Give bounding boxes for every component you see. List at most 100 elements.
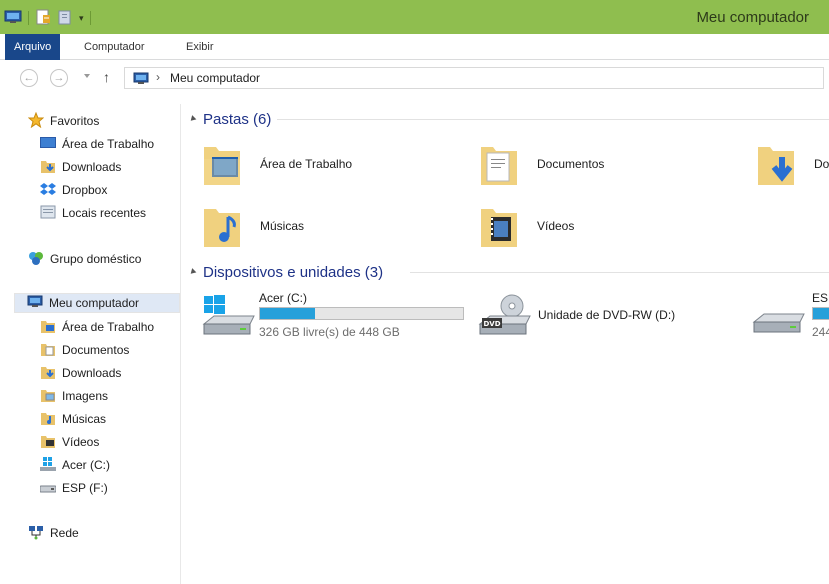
folder-label: Vídeos: [537, 219, 575, 233]
sidebar-item-dropbox[interactable]: Dropbox: [40, 180, 107, 200]
downloads-icon: [40, 364, 56, 383]
sidebar-item-label: Favoritos: [50, 114, 100, 128]
network-icon: [28, 524, 44, 543]
recent-places-icon: [40, 204, 56, 223]
sidebar-item-label: Vídeos: [62, 435, 100, 449]
breadcrumb[interactable]: Meu computador: [170, 71, 260, 85]
address-bar[interactable]: › Meu computador: [124, 67, 824, 89]
music-folder-icon: [202, 201, 242, 252]
windows-drive-icon: [200, 294, 256, 341]
desktop-folder-icon: [40, 318, 56, 337]
arrow-up-icon: ↑: [103, 69, 110, 85]
sidebar-item-label: Grupo doméstico: [50, 252, 142, 266]
music-icon: [40, 410, 56, 429]
group-title: Dispositivos e unidades (3): [203, 263, 384, 281]
sidebar-item-area-de-trabalho[interactable]: Área de Trabalho: [40, 134, 154, 154]
sidebar-item-label: Downloads: [62, 160, 122, 174]
chevron-right-icon[interactable]: ›: [156, 70, 160, 84]
downloads-folder-icon: [756, 139, 796, 190]
back-button[interactable]: ←: [20, 69, 38, 87]
sidebar-item-label: Acer (C:): [62, 458, 110, 472]
sidebar-item-area-de-trabalho-pc[interactable]: Área de Trabalho: [40, 317, 154, 337]
new-folder-icon[interactable]: [57, 9, 73, 28]
drive-usage-bar: [259, 307, 464, 320]
desktop-icon: [40, 136, 56, 153]
sidebar-item-label: Área de Trabalho: [62, 137, 155, 151]
recent-locations-dropdown[interactable]: [84, 74, 90, 78]
group-divider: [410, 262, 829, 282]
separator: [89, 11, 91, 25]
drive-free-space: 244: [812, 325, 829, 339]
collapse-triangle-icon[interactable]: [188, 268, 197, 276]
tab-arquivo[interactable]: Arquivo: [5, 34, 61, 60]
sidebar-item-label: Músicas: [62, 412, 107, 426]
group-header-dispositivos[interactable]: Dispositivos e unidades (3): [188, 262, 384, 282]
drive-esp-f[interactable]: ESP 244: [750, 288, 829, 344]
customize-toolbar-icon[interactable]: ▾: [79, 13, 84, 24]
tab-exibir[interactable]: Exibir: [177, 34, 223, 60]
folder-label: Documentos: [537, 157, 605, 171]
sidebar-item-label: Locais recentes: [62, 206, 147, 220]
sidebar-item-downloads[interactable]: Downloads: [40, 157, 121, 177]
sidebar-item-locais-recentes[interactable]: Locais recentes: [40, 203, 146, 223]
collapse-triangle-icon[interactable]: [188, 115, 197, 123]
computer-icon: [27, 295, 43, 312]
forward-button[interactable]: →: [50, 69, 68, 87]
drive-free-space: 326 GB livre(s) de 448 GB: [259, 325, 400, 339]
documents-folder-icon: [479, 139, 519, 190]
window-title: Meu computador: [696, 9, 809, 26]
folder-downloads[interactable]: Do: [756, 136, 829, 192]
sidebar-item-favoritos[interactable]: Favoritos: [27, 111, 100, 131]
folder-videos[interactable]: Vídeos: [479, 198, 574, 254]
computer-icon[interactable]: [4, 10, 22, 27]
up-button[interactable]: ↑: [103, 69, 110, 85]
sidebar-item-label: Downloads: [62, 366, 122, 380]
sidebar-item-label: Documentos: [62, 343, 130, 357]
sidebar-item-grupo-domestico[interactable]: Grupo doméstico: [28, 249, 141, 269]
removable-drive-icon: [39, 479, 57, 498]
folder-label: Do: [814, 157, 829, 171]
sidebar-item-esp-f[interactable]: ESP (F:): [39, 478, 108, 498]
sidebar-item-meu-computador[interactable]: Meu computador: [14, 293, 180, 313]
divider-line: [277, 119, 829, 120]
dropbox-icon: [40, 181, 56, 200]
folder-area-de-trabalho[interactable]: Área de Trabalho: [202, 136, 352, 192]
arrow-left-icon: ←: [23, 72, 35, 84]
title-bar: ▾ Meu computador: [0, 0, 829, 34]
documents-icon: [40, 341, 56, 360]
arrow-right-icon: →: [53, 72, 65, 84]
drive-usage-bar: [812, 307, 829, 320]
sidebar-item-rede[interactable]: Rede: [28, 523, 79, 543]
folder-musicas[interactable]: Músicas: [202, 198, 304, 254]
sidebar-item-videos[interactable]: Vídeos: [40, 432, 99, 452]
drive-name: ESP: [812, 291, 829, 305]
computer-icon: [133, 72, 149, 88]
separator: [28, 11, 29, 25]
sidebar-item-documentos[interactable]: Documentos: [40, 340, 129, 360]
folder-documentos[interactable]: Documentos: [479, 136, 604, 192]
navigation-bar: ← → ↑ › Meu computador: [0, 60, 829, 96]
drive-usage-fill: [260, 308, 315, 319]
sidebar-item-acer-c[interactable]: Acer (C:): [40, 455, 110, 475]
drive-dvd-d[interactable]: DVD Unidade de DVD-RW (D:): [476, 288, 756, 344]
tab-computador[interactable]: Computador: [75, 34, 154, 60]
divider-line: [410, 272, 829, 273]
pictures-icon: [40, 387, 56, 406]
sidebar-item-label: Área de Trabalho: [62, 320, 155, 334]
sidebar-item-musicas[interactable]: Músicas: [40, 409, 106, 429]
properties-icon[interactable]: [35, 9, 51, 28]
videos-folder-icon: [479, 201, 519, 252]
group-header-pastas[interactable]: Pastas (6): [188, 109, 271, 129]
sidebar-item-label: Rede: [50, 526, 79, 540]
group-divider: [277, 109, 829, 129]
quick-access-toolbar: ▾: [4, 9, 91, 27]
dvd-badge-text: DVD: [483, 320, 500, 328]
sidebar-item-label: Dropbox: [62, 183, 108, 197]
folder-label: Músicas: [260, 219, 305, 233]
downloads-icon: [40, 158, 56, 177]
sidebar-item-downloads-pc[interactable]: Downloads: [40, 363, 121, 383]
sidebar-item-imagens[interactable]: Imagens: [40, 386, 108, 406]
drive-acer-c[interactable]: Acer (C:) 326 GB livre(s) de 448 GB: [200, 288, 470, 344]
sidebar-item-label: Imagens: [62, 389, 109, 403]
ribbon-tabs: Arquivo Computador Exibir: [0, 34, 829, 60]
